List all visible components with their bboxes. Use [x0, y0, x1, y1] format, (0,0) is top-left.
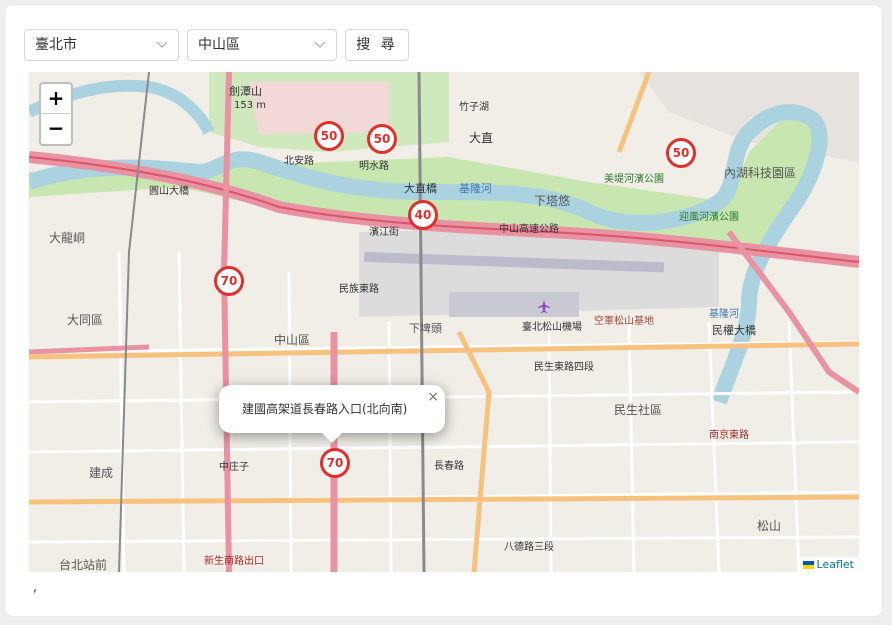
map-label: 大直 [469, 131, 493, 145]
zoom-control: + − [39, 82, 73, 146]
map-label: 建成 [89, 466, 113, 480]
camera-marker[interactable]: 70 [214, 266, 244, 296]
camera-marker[interactable]: 50 [367, 124, 397, 154]
map-label: 中山區 [274, 332, 310, 347]
map-label: 明水路 [359, 159, 389, 172]
chevron-down-icon [156, 41, 168, 48]
map-tiles[interactable]: 劍潭山 153 m 大直 大直橋 下塔悠 基隆河 內湖科技園區 臺北松山機場 空… [29, 72, 859, 572]
camera-marker[interactable]: 50 [666, 138, 696, 168]
map-label: 圓山大橋 [149, 184, 189, 197]
chevron-down-icon [314, 41, 326, 48]
zoom-out-button[interactable]: − [41, 114, 71, 144]
search-button[interactable]: 搜 尋 [345, 29, 409, 61]
map-label: 空軍松山基地 [594, 314, 654, 327]
map-label: 松山 [757, 519, 781, 533]
map-label: 基隆河 [459, 181, 492, 195]
map-view[interactable]: 劍潭山 153 m 大直 大直橋 下塔悠 基隆河 內湖科技園區 臺北松山機場 空… [29, 72, 859, 572]
map-label: 長春路 [434, 459, 464, 472]
camera-marker[interactable]: 70 [320, 448, 350, 478]
close-icon[interactable]: × [427, 389, 439, 405]
map-label: 迎風河濱公園 [679, 210, 739, 223]
marker-popup: 建國高架道長春路入口(北向南) × [219, 385, 445, 443]
map-label: 台北站前 [59, 557, 107, 572]
map-label: 北安路 [284, 154, 314, 167]
ukraine-flag-icon [802, 561, 814, 569]
map-label: 臺北松山機場 [522, 320, 582, 333]
map-label: 基隆河 [709, 307, 739, 320]
map-label: 南京東路 [709, 428, 749, 441]
city-select[interactable]: 臺北市 [24, 29, 179, 61]
map-label: 竹子湖 [459, 100, 489, 113]
map-label: 民族東路 [339, 282, 379, 295]
map-label: 民生社區 [614, 402, 662, 417]
popup-text: 建國高架道長春路入口(北向南) [242, 402, 408, 416]
footnote: , [33, 580, 37, 594]
content-card: 臺北市 中山區 搜 尋 劍潭山 153 m 大直 大直橋 下塔悠 基隆河 內湖科… [5, 5, 882, 616]
map-label: 劍潭山 [229, 84, 262, 98]
map-label: 內湖科技園區 [724, 165, 796, 180]
map-label: 大直橋 [404, 181, 437, 195]
popup-tip [322, 433, 342, 443]
map-label: 下埤頭 [409, 322, 442, 335]
map-label: 新生南路出口 [204, 554, 264, 567]
district-select[interactable]: 中山區 [187, 29, 337, 61]
map-label: 153 m [234, 100, 266, 111]
map-label: 中庄子 [219, 460, 249, 473]
leaflet-link[interactable]: Leaflet [817, 558, 854, 571]
city-select-value: 臺北市 [35, 37, 77, 53]
map-label: 中山高速公路 [499, 222, 559, 235]
map-label: 濱江街 [369, 225, 399, 238]
map-label: 八德路三段 [504, 540, 554, 553]
camera-marker[interactable]: 50 [314, 121, 344, 151]
map-label: 美堤河濱公園 [604, 172, 664, 185]
map-label: 大同區 [67, 313, 103, 327]
zoom-in-button[interactable]: + [41, 84, 71, 114]
district-select-value: 中山區 [198, 37, 240, 53]
map-attribution: Leaflet [797, 557, 859, 572]
map-label: 民權大橋 [712, 323, 756, 337]
map-label: 大龍峒 [49, 230, 85, 245]
camera-marker[interactable]: 40 [408, 200, 438, 230]
map-label: 下塔悠 [534, 193, 570, 208]
map-label: 民生東路四段 [534, 360, 594, 373]
